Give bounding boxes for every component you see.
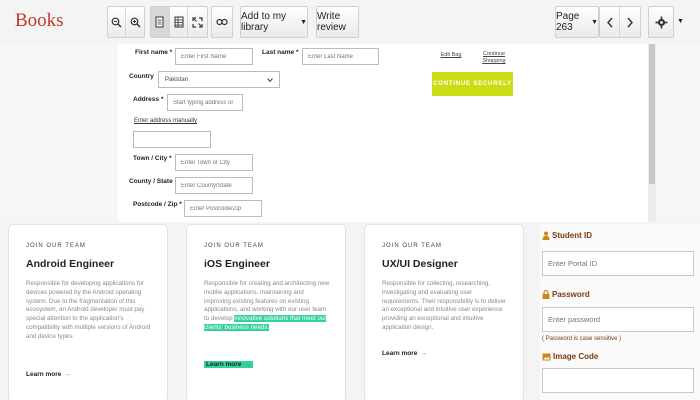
address-label: Address * bbox=[133, 96, 164, 103]
job-description: Responsible for creating and architectin… bbox=[204, 280, 332, 333]
job-card-ux-ui: JOIN OUR TEAM UX/UI Designer Responsible… bbox=[364, 224, 524, 400]
learn-more-link[interactable]: Learn more → bbox=[204, 361, 253, 368]
country-value: Pakistan bbox=[165, 76, 189, 83]
fullscreen-button[interactable] bbox=[188, 7, 207, 37]
learn-more-link[interactable]: Learn more → bbox=[382, 350, 427, 357]
page-selector[interactable]: Page 263 ▼ bbox=[555, 6, 599, 38]
student-id-input[interactable] bbox=[542, 251, 694, 276]
arrow-right-icon: → bbox=[420, 350, 427, 357]
link-icon bbox=[216, 18, 228, 26]
image-code-label-text: Image Code bbox=[553, 352, 599, 361]
page-selector-label: Page 263 bbox=[556, 11, 580, 33]
country-label: Country bbox=[129, 73, 154, 80]
lock-icon bbox=[542, 290, 550, 299]
enter-address-manually-link[interactable]: Enter address manually bbox=[134, 118, 197, 124]
zoom-in-icon bbox=[130, 17, 141, 27]
job-title: Android Engineer bbox=[26, 258, 115, 270]
country-select[interactable]: Pakistan bbox=[158, 71, 280, 88]
student-id-label: Student ID bbox=[542, 231, 592, 240]
postcode-input[interactable] bbox=[184, 200, 262, 217]
job-card-ios: JOIN OUR TEAM iOS Engineer Responsible f… bbox=[186, 224, 346, 400]
student-id-label-text: Student ID bbox=[552, 231, 592, 240]
address-input[interactable] bbox=[167, 94, 243, 111]
edit-bag-link[interactable]: Edit Bag bbox=[440, 52, 462, 59]
zoom-in-button[interactable] bbox=[126, 7, 144, 37]
link-button[interactable] bbox=[211, 6, 233, 38]
checkout-form-panel: First name * Last name * Country Pakista… bbox=[118, 44, 648, 222]
job-card-android: JOIN OUR TEAM Android Engineer Responsib… bbox=[8, 224, 168, 400]
chevron-left-icon bbox=[606, 17, 613, 27]
user-icon bbox=[542, 231, 550, 240]
add-to-library-label: Add to my library bbox=[241, 11, 287, 33]
fullscreen-icon bbox=[192, 16, 203, 28]
image-code-input[interactable] bbox=[542, 368, 694, 393]
chevron-down-icon[interactable]: ▼ bbox=[677, 18, 684, 25]
first-name-label: First name * bbox=[135, 49, 173, 56]
chevron-down-icon: ▼ bbox=[591, 18, 598, 26]
learn-more-label: Learn more bbox=[206, 361, 242, 368]
settings-button[interactable] bbox=[648, 6, 674, 38]
first-name-input[interactable] bbox=[175, 48, 253, 65]
password-input[interactable] bbox=[542, 307, 694, 332]
arrow-right-icon: → bbox=[244, 361, 251, 368]
job-description: Responsible for collecting, researching,… bbox=[382, 280, 507, 331]
single-page-view-button[interactable] bbox=[151, 7, 170, 37]
job-title: iOS Engineer bbox=[204, 258, 270, 270]
last-name-input[interactable] bbox=[302, 48, 379, 65]
books-logo[interactable]: Books bbox=[15, 10, 64, 32]
add-to-library-button[interactable]: Add to my library ▼ bbox=[240, 6, 308, 38]
town-input[interactable] bbox=[175, 154, 253, 171]
write-review-button[interactable]: Write review bbox=[316, 6, 359, 38]
password-label: Password bbox=[542, 290, 590, 299]
last-name-label: Last name * bbox=[262, 49, 299, 56]
password-note: ( Password is case sensitive ) bbox=[542, 336, 622, 342]
password-label-text: Password bbox=[552, 290, 590, 299]
scrollbar-thumb[interactable] bbox=[649, 44, 655, 184]
chevron-down-icon bbox=[267, 77, 273, 82]
county-label: County / State bbox=[129, 178, 173, 185]
image-icon bbox=[542, 353, 551, 360]
previous-page-button[interactable] bbox=[600, 7, 621, 37]
arrow-right-icon: → bbox=[64, 371, 71, 378]
zoom-out-button[interactable] bbox=[108, 7, 127, 37]
learn-more-label: Learn more bbox=[382, 350, 418, 357]
next-page-button[interactable] bbox=[620, 7, 640, 37]
continue-securely-button[interactable]: CONTINUE SECURELY bbox=[432, 72, 513, 96]
page-list-view-button[interactable] bbox=[169, 7, 189, 37]
page-list-icon bbox=[174, 16, 184, 28]
chevron-right-icon bbox=[627, 17, 633, 27]
town-label: Town / City * bbox=[133, 155, 172, 162]
job-description: Responsible for developing applications … bbox=[26, 280, 151, 340]
zoom-controls bbox=[107, 6, 145, 38]
county-input[interactable] bbox=[175, 177, 253, 194]
chevron-down-icon: ▼ bbox=[300, 18, 307, 26]
continue-shopping-link[interactable]: Continue Shopping bbox=[480, 51, 508, 65]
zoom-out-icon bbox=[111, 17, 122, 27]
single-page-icon bbox=[155, 16, 164, 28]
job-kicker: JOIN OUR TEAM bbox=[382, 243, 442, 249]
address-extra-input[interactable] bbox=[133, 131, 211, 148]
write-review-label: Write review bbox=[317, 11, 346, 33]
view-mode-controls bbox=[150, 6, 208, 38]
books-toolbar: Books Add to my library ▼ Write review Pa… bbox=[0, 0, 700, 44]
gear-icon bbox=[655, 16, 667, 28]
postcode-label: Postcode / Zip * bbox=[133, 201, 182, 208]
learn-more-label: Learn more bbox=[26, 371, 62, 378]
learn-more-link[interactable]: Learn more → bbox=[26, 371, 71, 378]
job-kicker: JOIN OUR TEAM bbox=[204, 243, 264, 249]
job-kicker: JOIN OUR TEAM bbox=[26, 243, 86, 249]
student-login-panel: Student ID Password ( Password is case s… bbox=[540, 224, 700, 400]
page-nav-controls bbox=[599, 6, 641, 38]
job-title: UX/UI Designer bbox=[382, 258, 458, 270]
form-scrollbar[interactable] bbox=[648, 44, 656, 222]
checkout-form-area: First name * Last name * Country Pakista… bbox=[0, 44, 700, 222]
image-code-label: Image Code bbox=[542, 352, 598, 361]
